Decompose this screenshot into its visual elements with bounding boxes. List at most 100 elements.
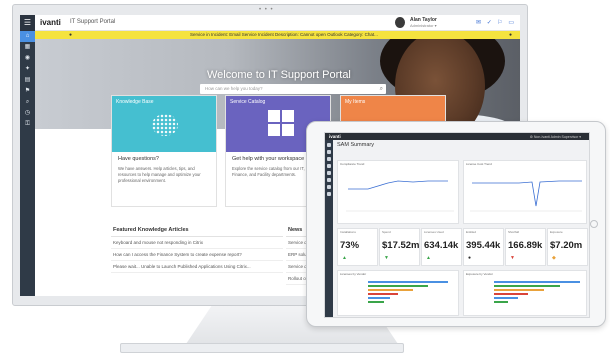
warning-icon: ◆ (552, 255, 556, 261)
vendor-bar (494, 293, 528, 295)
alert-icon: ● (69, 32, 73, 38)
search-input[interactable]: How can we help you today? ⌕ (200, 84, 386, 94)
kpi-card[interactable]: Licenses Used 634.14k ▲ (421, 228, 462, 266)
nav-icon[interactable] (327, 178, 331, 182)
search-icon[interactable]: ⌕ (380, 84, 383, 94)
home-icon[interactable]: ⌂ (20, 31, 35, 42)
filter-bar: Business Unit ▾ Vendor ▾ Product ▾ Softw… (337, 151, 587, 166)
kpi-label: Exposure (550, 230, 563, 234)
kpi-label: Shortfall (508, 230, 520, 234)
nav-icon[interactable] (327, 164, 331, 168)
vendor-bar (368, 289, 413, 291)
announcement-banner[interactable]: ● Service in Incident: Email Service Inc… (35, 31, 520, 39)
toolbar-icons[interactable]: ✉ ✓ ⚐ ▭ (476, 19, 516, 26)
announcement-text[interactable]: Service in Incident: Email Service Incid… (190, 31, 378, 39)
monitor-base (120, 343, 404, 353)
nav-icon[interactable] (327, 143, 331, 147)
history-icon[interactable]: ◷ (20, 108, 35, 119)
vendor-bar (494, 281, 580, 283)
list-item[interactable]: Keyboard and mouse not responding in Cit… (111, 237, 283, 249)
knowledge-icon (152, 114, 178, 136)
hero-title: Welcome to IT Support Portal (207, 69, 351, 81)
featured-articles: Featured Knowledge Articles Keyboard and… (111, 224, 283, 273)
trend-down-icon: ▼ (384, 255, 389, 261)
tile-label: My Items (345, 99, 366, 105)
vendor-bar (494, 301, 508, 303)
trend-down-icon: ▼ (510, 255, 515, 261)
nav-icon[interactable] (327, 150, 331, 154)
tablet-user-menu[interactable]: ⚙ Non-Ivanti Admin Supervisor ▾ (530, 135, 581, 139)
next-icon[interactable]: ● (509, 31, 512, 39)
vendor-bar (494, 289, 544, 291)
tile-heading: Have questions? (118, 156, 159, 162)
tablet-sidebar (325, 140, 333, 317)
vendor-bar (494, 297, 518, 299)
kpi-value: 395.44k (466, 240, 501, 251)
sidebar: ⌂ ▦ ◉ ✦ ▤ ⚑ ⌕ ◷ ⚿ (20, 31, 35, 296)
nav-icon[interactable] (327, 171, 331, 175)
kpi-card[interactable]: Entitled 395.44k ● (463, 228, 504, 266)
nav-icon[interactable] (327, 192, 331, 196)
panel-title: Compliance Trend (340, 162, 365, 166)
tablet-topbar: ivanti ⚙ Non-Ivanti Admin Supervisor ▾ (325, 133, 589, 140)
monitor-camera-dots: • • • (259, 7, 274, 13)
kpi-card[interactable]: Spend $17.52m ▼ (379, 228, 420, 266)
vendor-bar (368, 301, 384, 303)
tile-label: Knowledge Base (116, 99, 154, 105)
kpi-label: Installations (340, 230, 356, 234)
tile-text: We have answers. Help articles, tips, an… (118, 166, 201, 183)
kpi-label: Licenses Used (424, 230, 444, 234)
tile-label: Service Catalog (230, 99, 266, 105)
featured-title: Featured Knowledge Articles (111, 224, 283, 237)
trend-up-icon: ▲ (426, 255, 431, 261)
panel-title: Exposure by Vendor (466, 272, 494, 276)
tile-header: Knowledge Base (112, 96, 216, 152)
avatar[interactable] (395, 17, 405, 28)
kpi-value: 166.89k (508, 240, 543, 251)
kpi-label: Entitled (466, 230, 477, 234)
list-item[interactable]: Please wait... Unable to Launch Publishe… (111, 261, 283, 273)
key-icon[interactable]: ⚿ (20, 119, 35, 130)
cloud-icon[interactable]: ✦ (20, 64, 35, 75)
kpi-value: $17.52m (382, 240, 420, 251)
grid-icon[interactable]: ▦ (20, 42, 35, 53)
ivanti-logo: ivanti (329, 134, 341, 139)
panel-title: Licenses by Vendor (340, 272, 367, 276)
licenses-vendor-panel: Licenses by Vendor (337, 270, 459, 316)
ivanti-logo: ivanti (40, 18, 61, 27)
kpi-card[interactable]: Installations 73% ▲ (337, 228, 378, 266)
tablet-frame: ivanti ⚙ Non-Ivanti Admin Supervisor ▾ S… (306, 121, 606, 327)
kpi-value: 634.14k (424, 240, 459, 251)
nav-icon[interactable] (327, 157, 331, 161)
dashboard-title: SAM Summary (337, 142, 374, 148)
kpi-value: $7.20m (550, 240, 583, 251)
trend-up-icon: ▲ (342, 255, 347, 261)
portal-topbar: ☰ ivanti IT Support Portal Alan Taylor A… (20, 15, 520, 31)
menu-icon[interactable]: ☰ (20, 15, 35, 31)
vendor-bar (368, 297, 390, 299)
nav-icon[interactable] (327, 185, 331, 189)
vendor-bar (368, 281, 448, 283)
kpi-card[interactable]: Shortfall 166.89k ▼ (505, 228, 546, 266)
catalog-grid-icon (268, 110, 294, 136)
kpi-label: Spend (382, 230, 391, 234)
compliance-trend-chart (346, 180, 454, 212)
kpi-card[interactable]: Exposure $7.20m ◆ (547, 228, 588, 266)
vendor-bar (368, 285, 428, 287)
user-role-dropdown[interactable]: Administrator ▾ (410, 23, 437, 28)
status-dot-icon: ● (468, 255, 472, 261)
list-item[interactable]: How can I access the Finance System to c… (111, 249, 283, 261)
search-icon[interactable]: ⌕ (20, 97, 35, 108)
tablet-screen: ivanti ⚙ Non-Ivanti Admin Supervisor ▾ S… (324, 132, 590, 318)
vendor-bar (368, 293, 398, 295)
portal-title: IT Support Portal (70, 19, 116, 25)
cost-trend-panel: License Cost Trend (463, 160, 587, 224)
tablet-home-button[interactable] (590, 220, 598, 228)
megaphone-icon[interactable]: ⚑ (20, 86, 35, 97)
folder-icon[interactable]: ▤ (20, 75, 35, 86)
exposure-vendor-panel: Exposure by Vendor (463, 270, 587, 316)
tile-knowledge-base[interactable]: Knowledge Base Have questions? We have a… (111, 95, 217, 207)
compliance-trend-panel: Compliance Trend (337, 160, 459, 224)
settings-icon[interactable]: ◉ (20, 53, 35, 64)
vendor-bar (494, 285, 560, 287)
